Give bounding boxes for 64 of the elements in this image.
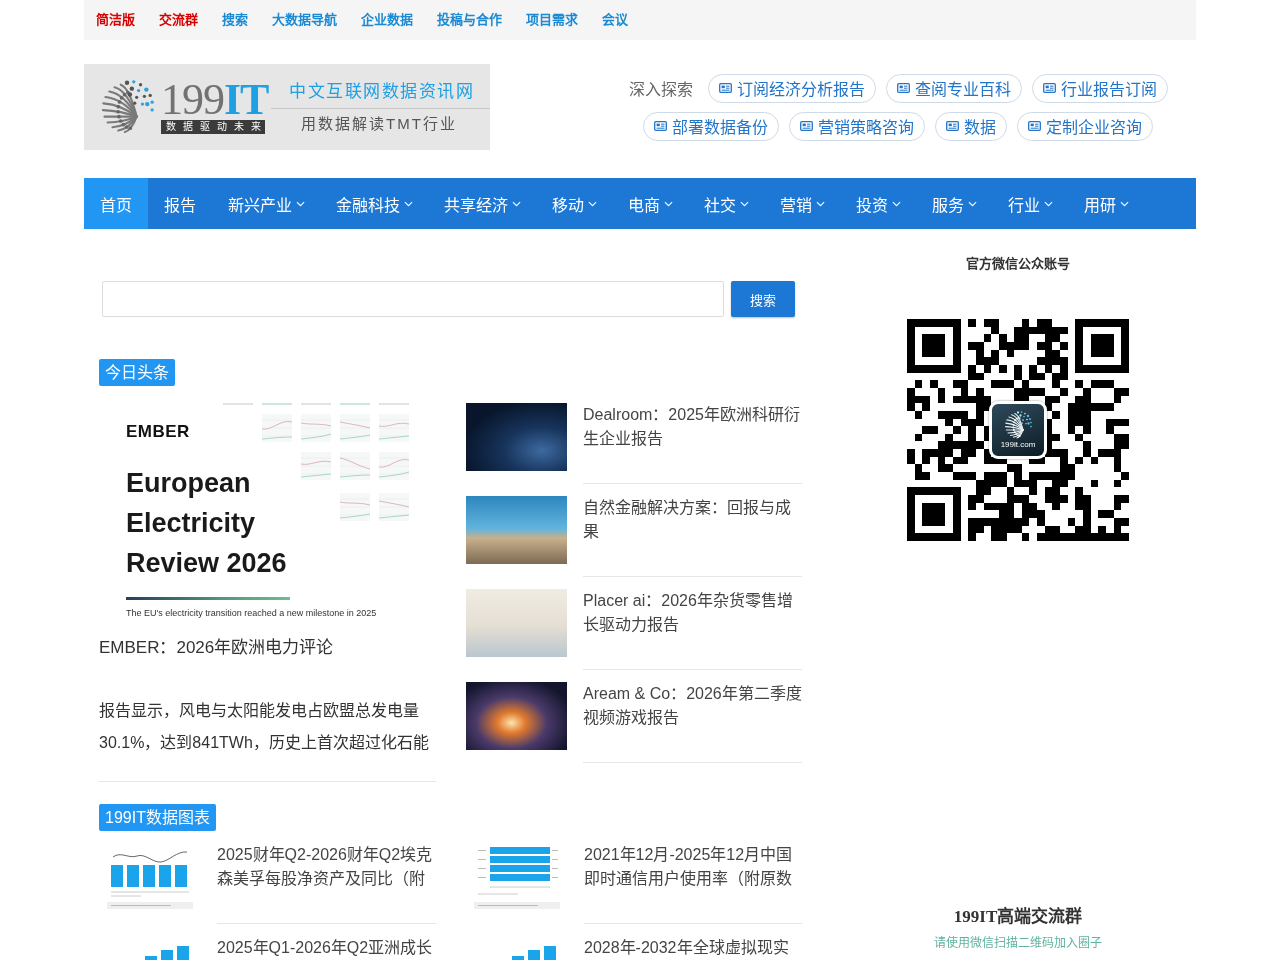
top-nav-link[interactable]: 交流群 bbox=[159, 11, 198, 29]
article-title-link[interactable]: Dealroom：2025年欧洲科研衍生企业报告 bbox=[583, 403, 802, 451]
top-nav-link[interactable]: 项目需求 bbox=[526, 11, 578, 29]
nav-link[interactable]: 新兴产业 bbox=[212, 178, 320, 229]
site-name: 中文互联网数据资讯网 bbox=[288, 80, 475, 103]
photo-placeholder[interactable] bbox=[466, 682, 567, 750]
group-title: 199IT高端交流群 bbox=[953, 906, 1083, 928]
chart-title-link[interactable]: 2025财年Q2-2026财年Q2埃克森美孚每股净资产及同比（附 bbox=[217, 843, 436, 891]
group-hint: 请使用微信扫描二维码加入圈子 bbox=[934, 935, 1102, 951]
nav-link[interactable]: 共享经济 bbox=[428, 178, 536, 229]
newspaper-icon bbox=[1028, 121, 1041, 131]
top-nav-link[interactable]: 大数据导航 bbox=[272, 11, 337, 29]
newspaper-icon bbox=[718, 83, 732, 93]
explore-link[interactable]: 部署数据备份 bbox=[643, 111, 779, 141]
nav-link[interactable]: 首页 bbox=[84, 178, 148, 229]
newspaper-icon bbox=[654, 121, 667, 131]
chart-title-link[interactable]: 2021年12月-2025年12月中国即时通信用户使用率（附原数 bbox=[584, 843, 802, 891]
nav-link[interactable]: 电商 bbox=[612, 178, 688, 229]
explore-link[interactable]: 数据 bbox=[935, 111, 1007, 141]
top-nav-link[interactable]: 简洁版 bbox=[96, 11, 135, 29]
logo-panel[interactable]: 199IT 数据驱动未来 中文互联网数据资讯网 用数据解读TMT行业 bbox=[84, 64, 490, 150]
nav-link[interactable]: 报告 bbox=[148, 178, 212, 229]
top-nav-link[interactable]: 会议 bbox=[602, 11, 628, 29]
explore-link[interactable]: 定制企业咨询 bbox=[1017, 111, 1153, 141]
nav-link[interactable]: 金融科技 bbox=[320, 178, 428, 229]
nav-link[interactable]: 行业 bbox=[992, 178, 1068, 229]
nav-link[interactable]: 营销 bbox=[764, 178, 840, 229]
newspaper-icon bbox=[946, 121, 959, 131]
explore-link[interactable]: 订阅经济分析报告 bbox=[707, 73, 876, 103]
search-field[interactable] bbox=[102, 281, 724, 317]
newspaper-icon bbox=[800, 121, 813, 131]
explore-link[interactable]: 行业报告订阅 bbox=[1031, 73, 1168, 103]
top-nav-link[interactable]: 投稿与合作 bbox=[437, 11, 502, 29]
site-tagline: 用数据解读TMT行业 bbox=[300, 113, 458, 134]
article-title-link[interactable]: 自然金融解决方案：回报与成果 bbox=[583, 496, 802, 544]
top-nav-link[interactable]: 企业数据 bbox=[361, 11, 413, 29]
search-button[interactable]: 搜索 bbox=[731, 281, 795, 317]
article-title-link[interactable]: Placer ai：2026年杂货零售增长驱动力报告 bbox=[583, 589, 802, 637]
top-nav-link[interactable]: 搜索 bbox=[222, 11, 248, 29]
chart-title-link[interactable]: 2025年Q1-2026年Q2亚洲成长 bbox=[217, 936, 436, 960]
section-label: 今日头条 bbox=[99, 359, 175, 386]
nav-link[interactable]: 社交 bbox=[688, 178, 764, 229]
section-label: 199IT数据图表 bbox=[99, 804, 216, 831]
article-title-link[interactable]: EMBER：2026年欧洲电力评论 bbox=[99, 636, 436, 660]
cover-title: European Electricity Review 2026 bbox=[126, 467, 288, 580]
mini-line-charts-drawing bbox=[340, 493, 409, 521]
nav-link[interactable]: 服务 bbox=[916, 178, 992, 229]
explore-link[interactable]: 查阅专业百科 bbox=[885, 73, 1022, 103]
nav-link[interactable]: 用研 bbox=[1068, 178, 1144, 229]
logo-slogan: 数据驱动未来 bbox=[161, 120, 265, 134]
cover-brand-name: EMBER bbox=[126, 421, 188, 442]
nav-link[interactable]: 投资 bbox=[840, 178, 916, 229]
chart-title-link[interactable]: 2028年-2032年全球虚拟现实 bbox=[584, 936, 802, 960]
nav-link[interactable]: 移动 bbox=[536, 178, 612, 229]
dandelion-logo-icon bbox=[1003, 410, 1033, 440]
qr-logo-text: 199it.com bbox=[1000, 440, 1036, 450]
cover-subtitle: The EU's electricity transition reached a new milestone in 2025 bbox=[126, 608, 378, 619]
newspaper-icon bbox=[896, 83, 910, 93]
explore-link[interactable]: 营销策略咨询 bbox=[789, 111, 925, 141]
article-title-link[interactable]: Aream & Co：2026年第二季度视频游戏报告 bbox=[583, 682, 802, 730]
sidebar-heading: 官方微信公众账号 bbox=[966, 256, 1070, 272]
article-excerpt: 报告显示，风电与太阳能发电占欧盟总发电量30.1%，达到841TWh，历史上首次超过化石能 bbox=[99, 701, 430, 753]
newspaper-icon bbox=[1042, 83, 1056, 93]
explore-label: 深入探索 bbox=[628, 80, 693, 100]
